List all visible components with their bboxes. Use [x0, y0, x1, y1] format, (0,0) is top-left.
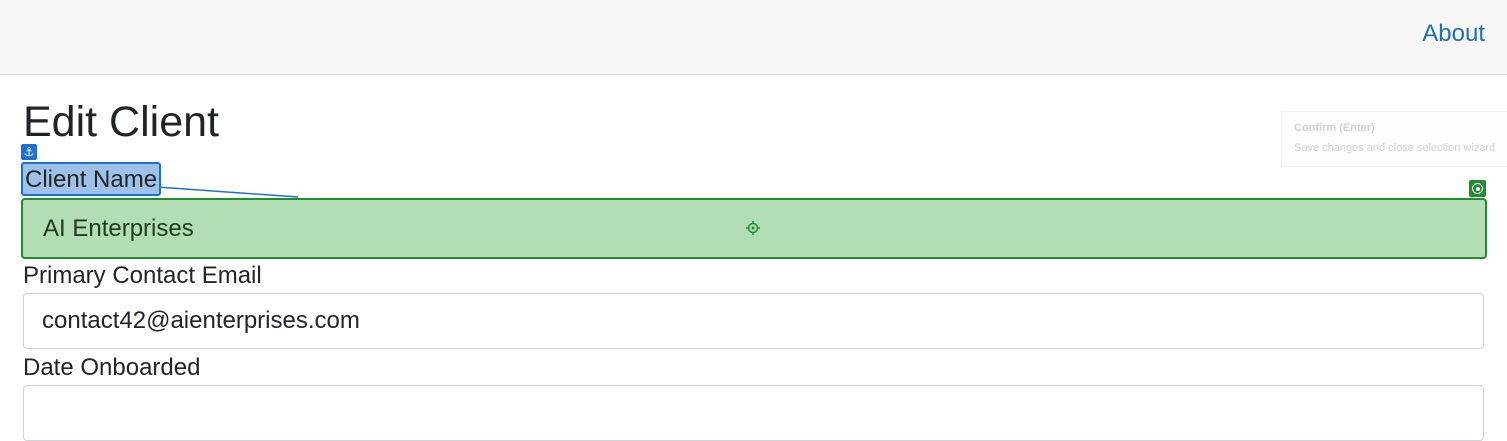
- tooltip-title: Confirm (Enter): [1294, 122, 1375, 134]
- target-icon: [1469, 180, 1486, 197]
- email-input[interactable]: [23, 293, 1484, 349]
- tooltip-description: Save changes and close selection wizard: [1294, 142, 1496, 154]
- page-title: Edit Client: [23, 98, 219, 146]
- crosshair-icon: [746, 221, 760, 235]
- top-navbar: About: [0, 0, 1507, 75]
- email-label: Primary Contact Email: [23, 262, 262, 289]
- confirm-tooltip: Confirm (Enter) Save changes and close s…: [1281, 111, 1507, 167]
- date-onboarded-label: Date Onboarded: [23, 354, 201, 381]
- nav-about-link[interactable]: About: [1422, 20, 1485, 48]
- date-onboarded-input[interactable]: [23, 385, 1484, 441]
- client-name-label: Client Name: [21, 162, 162, 196]
- anchor-icon: ⚓: [21, 144, 37, 160]
